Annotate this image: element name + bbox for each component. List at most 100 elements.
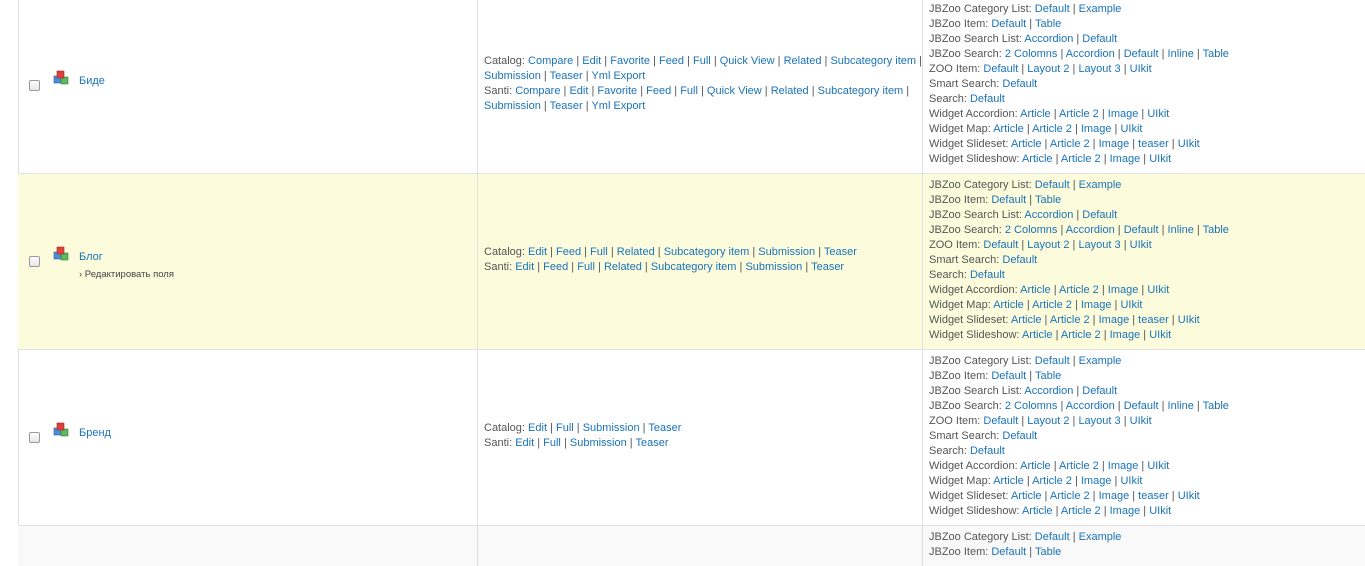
layout-link[interactable]: Article 2: [1050, 138, 1090, 150]
layout-link[interactable]: Quick View: [707, 85, 762, 97]
layout-link[interactable]: Subcategory item: [830, 55, 916, 67]
layout-link[interactable]: Default: [1082, 209, 1117, 221]
layout-link[interactable]: Article: [1022, 153, 1053, 165]
layout-link[interactable]: Article 2: [1059, 108, 1099, 120]
layout-link[interactable]: Accordion: [1066, 400, 1115, 412]
layout-link[interactable]: Accordion: [1024, 33, 1073, 45]
layout-link[interactable]: Quick View: [720, 55, 775, 67]
layout-link[interactable]: Table: [1035, 194, 1061, 206]
layout-link[interactable]: Default: [991, 546, 1026, 558]
layout-link[interactable]: Submission: [570, 437, 627, 449]
layout-link[interactable]: Edit: [528, 246, 547, 258]
layout-link[interactable]: Article: [1011, 314, 1042, 326]
layout-link[interactable]: Full: [680, 85, 698, 97]
layout-link[interactable]: Default: [1124, 48, 1159, 60]
layout-link[interactable]: Teaser: [648, 422, 681, 434]
layout-link[interactable]: Feed: [659, 55, 684, 67]
layout-link[interactable]: Submission: [484, 70, 541, 82]
layout-link[interactable]: Article: [1011, 138, 1042, 150]
layout-link[interactable]: Subcategory item: [818, 85, 904, 97]
layout-link[interactable]: UIkit: [1120, 123, 1142, 135]
layout-link[interactable]: Compare: [528, 55, 573, 67]
layout-link[interactable]: UIkit: [1149, 505, 1171, 517]
layout-link[interactable]: Image: [1081, 123, 1112, 135]
layout-link[interactable]: Teaser: [636, 437, 669, 449]
layout-link[interactable]: Table: [1203, 48, 1229, 60]
layout-link[interactable]: Default: [983, 239, 1018, 251]
layout-link[interactable]: Edit: [569, 85, 588, 97]
layout-link[interactable]: Accordion: [1024, 209, 1073, 221]
layout-link[interactable]: Article: [1022, 505, 1053, 517]
layout-link[interactable]: Image: [1081, 299, 1112, 311]
layout-link[interactable]: Yml Export: [591, 100, 645, 112]
layout-link[interactable]: Article 2: [1032, 123, 1072, 135]
layout-link[interactable]: Accordion: [1066, 224, 1115, 236]
layout-link[interactable]: Layout 2: [1027, 239, 1069, 251]
layout-link[interactable]: Accordion: [1024, 385, 1073, 397]
layout-link[interactable]: Default: [1124, 224, 1159, 236]
layout-link[interactable]: Table: [1035, 370, 1061, 382]
layout-link[interactable]: UIkit: [1147, 460, 1169, 472]
layout-link[interactable]: Teaser: [811, 261, 844, 273]
layout-link[interactable]: Example: [1079, 179, 1122, 191]
layout-link[interactable]: Subcategory item: [664, 246, 750, 258]
layout-link[interactable]: Teaser: [550, 70, 583, 82]
type-name-link[interactable]: Биде: [79, 75, 105, 87]
layout-link[interactable]: Feed: [646, 85, 671, 97]
layout-link[interactable]: Article 2: [1061, 329, 1101, 341]
layout-link[interactable]: Default: [1035, 179, 1070, 191]
layout-link[interactable]: Article 2: [1059, 284, 1099, 296]
layout-link[interactable]: Article 2: [1050, 314, 1090, 326]
layout-link[interactable]: Layout 3: [1078, 63, 1120, 75]
layout-link[interactable]: Table: [1203, 400, 1229, 412]
layout-link[interactable]: Default: [970, 445, 1005, 457]
layout-link[interactable]: Article: [1020, 284, 1051, 296]
layout-link[interactable]: Article 2: [1032, 475, 1072, 487]
row-checkbox[interactable]: [29, 432, 40, 443]
layout-link[interactable]: Feed: [543, 261, 568, 273]
layout-link[interactable]: Image: [1110, 329, 1141, 341]
layout-link[interactable]: Image: [1081, 475, 1112, 487]
layout-link[interactable]: Layout 3: [1078, 239, 1120, 251]
layout-link[interactable]: Layout 2: [1027, 63, 1069, 75]
layout-link[interactable]: Default: [991, 18, 1026, 30]
layout-link[interactable]: Default: [1082, 33, 1117, 45]
row-checkbox[interactable]: [29, 80, 40, 91]
layout-link[interactable]: Article: [993, 123, 1024, 135]
row-checkbox[interactable]: [29, 256, 40, 267]
layout-link[interactable]: UIkit: [1149, 153, 1171, 165]
layout-link[interactable]: Full: [590, 246, 608, 258]
layout-link[interactable]: Inline: [1168, 224, 1194, 236]
layout-link[interactable]: Default: [970, 269, 1005, 281]
layout-link[interactable]: Default: [1082, 385, 1117, 397]
layout-link[interactable]: Article 2: [1050, 490, 1090, 502]
layout-link[interactable]: Edit: [515, 261, 534, 273]
layout-link[interactable]: UIkit: [1178, 138, 1200, 150]
layout-link[interactable]: Article: [1020, 460, 1051, 472]
layout-link[interactable]: Article: [1011, 490, 1042, 502]
layout-link[interactable]: Default: [1035, 3, 1070, 15]
layout-link[interactable]: Submission: [484, 100, 541, 112]
layout-link[interactable]: Article 2: [1061, 505, 1101, 517]
layout-link[interactable]: UIkit: [1130, 63, 1152, 75]
layout-link[interactable]: Favorite: [610, 55, 650, 67]
layout-link[interactable]: Edit: [528, 422, 547, 434]
layout-link[interactable]: Default: [983, 415, 1018, 427]
layout-link[interactable]: Submission: [745, 261, 802, 273]
layout-link[interactable]: UIkit: [1130, 239, 1152, 251]
layout-link[interactable]: Submission: [583, 422, 640, 434]
layout-link[interactable]: Image: [1099, 138, 1130, 150]
layout-link[interactable]: Default: [983, 63, 1018, 75]
layout-link[interactable]: 2 Colomns: [1005, 400, 1058, 412]
layout-link[interactable]: UIkit: [1147, 108, 1169, 120]
layout-link[interactable]: Table: [1035, 18, 1061, 30]
layout-link[interactable]: Table: [1035, 546, 1061, 558]
layout-link[interactable]: Teaser: [824, 246, 857, 258]
layout-link[interactable]: UIkit: [1149, 329, 1171, 341]
layout-link[interactable]: Full: [693, 55, 711, 67]
layout-link[interactable]: Article: [1022, 329, 1053, 341]
layout-link[interactable]: Example: [1079, 355, 1122, 367]
edit-fields-link[interactable]: › Редактировать поля: [79, 269, 174, 280]
layout-link[interactable]: Article: [1020, 108, 1051, 120]
layout-link[interactable]: Article 2: [1061, 153, 1101, 165]
